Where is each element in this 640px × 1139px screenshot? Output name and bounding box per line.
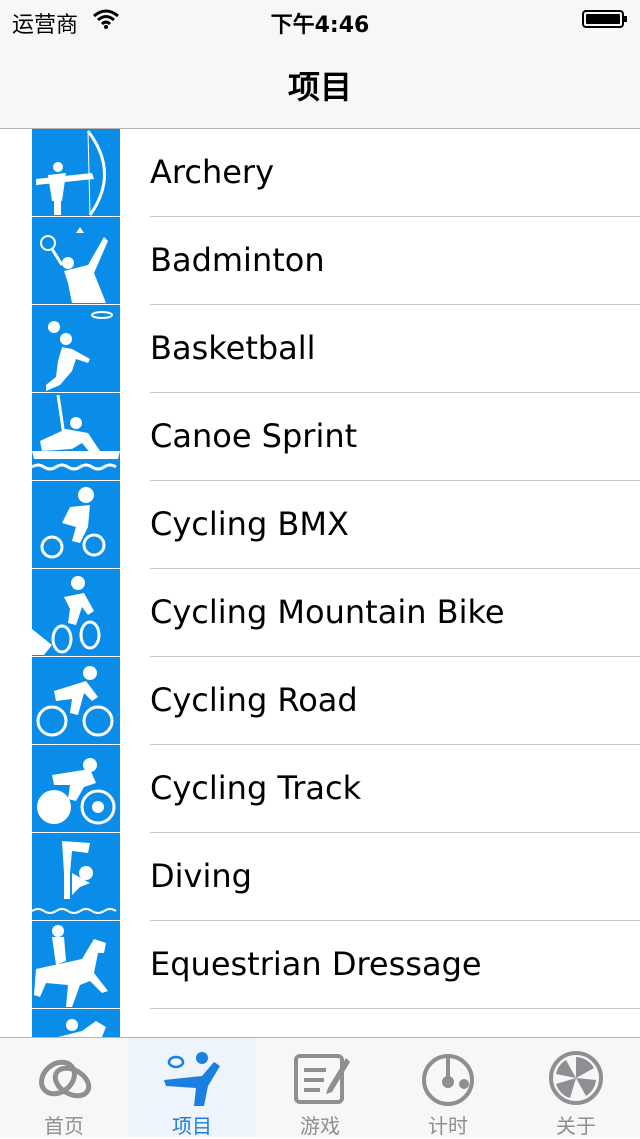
status-bar: 运营商 下午4:46 [0,0,640,40]
list-item-badminton[interactable]: Badminton [0,217,640,305]
canoe-sprint-icon [32,393,120,480]
list-item-label: Cycling Mountain Bike [150,593,505,631]
list-item-diving[interactable]: Diving [0,833,640,921]
tab-home[interactable]: 首页 [0,1038,128,1138]
cycling-mountain-bike-icon [32,569,120,656]
list-item-label: Archery [150,153,274,191]
archery-icon [32,129,120,216]
list-item-cycling-road[interactable]: Cycling Road [0,657,640,745]
tab-sports[interactable]: 项目 [128,1038,256,1138]
home-rings-icon [39,1059,92,1099]
sports-list[interactable]: Archery Badminton Basketball Canoe Sprin… [0,129,640,1037]
list-item-label: Cycling Track [150,769,362,807]
tab-timer[interactable]: 计时 [384,1038,512,1138]
cycling-bmx-icon [32,481,120,568]
tab-bar: 首页 项目 游戏 计时 关于 [0,1037,640,1138]
equestrian-dressage-icon [32,921,120,1008]
list-item-archery[interactable]: Archery [0,129,640,217]
page-title: 项目 [287,68,352,106]
list-item-equestrian[interactable] [0,1009,640,1037]
basketball-icon [32,305,120,392]
list-item-label: Canoe Sprint [150,417,358,455]
tab-label: 计时 [428,1114,468,1138]
list-item-label: Basketball [150,329,316,367]
list-item-equestrian-dressage[interactable]: Equestrian Dressage [0,921,640,1009]
battery-icon [582,10,627,28]
list-item-canoe-sprint[interactable]: Canoe Sprint [0,393,640,481]
cycling-road-icon [32,657,120,744]
list-item-label: Diving [150,857,252,895]
list-item-cycling-bmx[interactable]: Cycling BMX [0,481,640,569]
list-item-label: Equestrian Dressage [150,945,482,983]
tab-label: 项目 [172,1114,212,1138]
tab-about[interactable]: 关于 [512,1038,640,1138]
game-notepad-icon [294,1054,350,1104]
timer-icon [422,1054,474,1106]
status-time: 下午4:46 [270,13,370,38]
cycling-track-icon [32,745,120,832]
tab-label: 游戏 [300,1114,340,1138]
list-item-cycling-track[interactable]: Cycling Track [0,745,640,833]
list-item-basketball[interactable]: Basketball [0,305,640,393]
tab-label: 关于 [556,1114,596,1138]
about-icon [549,1051,603,1105]
badminton-icon [32,217,120,304]
list-item-cycling-mountain-bike[interactable]: Cycling Mountain Bike [0,569,640,657]
list-item-label: Cycling Road [150,681,358,719]
equestrian-icon [32,1009,120,1037]
tab-label: 首页 [44,1114,84,1138]
list-item-label: Badminton [150,241,325,279]
sports-icon [164,1052,220,1106]
tab-games[interactable]: 游戏 [256,1038,384,1138]
diving-icon [32,833,120,920]
navigation-bar: 项目 [0,40,640,129]
list-item-label: Cycling BMX [150,505,349,543]
